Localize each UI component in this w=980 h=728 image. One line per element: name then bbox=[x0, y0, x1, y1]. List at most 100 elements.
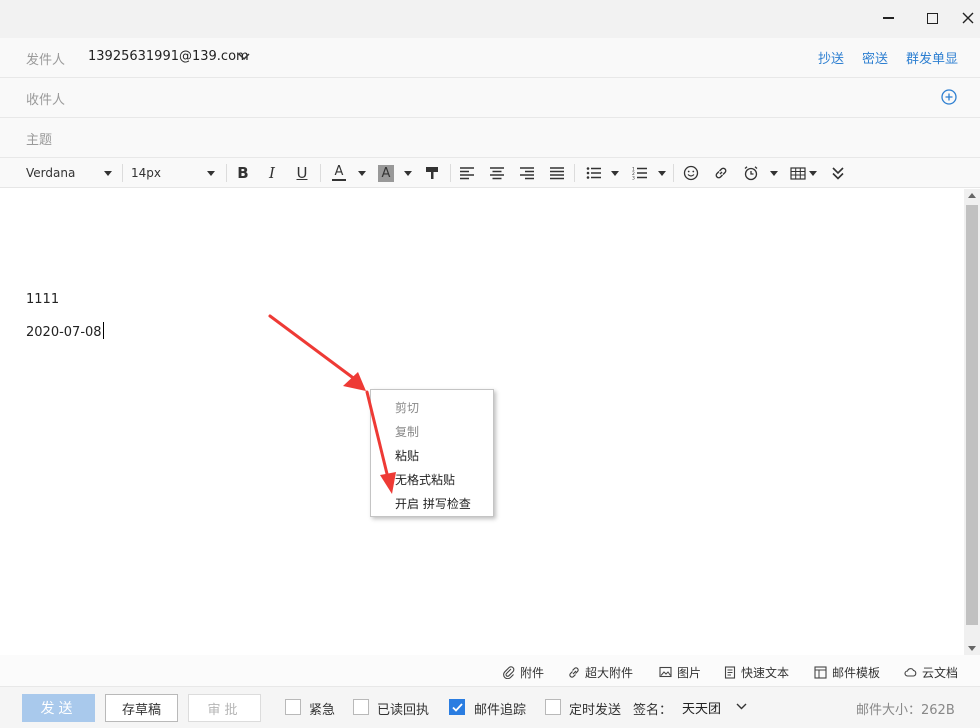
table-icon[interactable] bbox=[789, 162, 807, 184]
subject-row[interactable]: 主题 bbox=[0, 118, 980, 158]
signature-label: 签名： bbox=[633, 703, 673, 718]
chevron-down-icon[interactable] bbox=[237, 51, 251, 63]
separator bbox=[450, 164, 451, 182]
alarm-icon[interactable] bbox=[742, 162, 760, 184]
italic-icon[interactable]: I bbox=[264, 162, 280, 184]
caret-down-icon[interactable] bbox=[658, 171, 666, 176]
caret-down-icon bbox=[104, 171, 112, 176]
menu-item-paste[interactable]: 粘贴 bbox=[395, 447, 419, 464]
more-icon[interactable] bbox=[829, 162, 847, 184]
body-text-line: 1111 bbox=[26, 292, 60, 307]
cc-link[interactable]: 抄送 bbox=[818, 48, 844, 67]
from-address[interactable]: 13925631991@139.com bbox=[88, 49, 249, 64]
background-color-icon[interactable]: A bbox=[377, 162, 395, 184]
template-label: 邮件模板 bbox=[832, 665, 881, 680]
link-icon bbox=[569, 666, 579, 678]
font-family-value: Verdana bbox=[26, 166, 76, 180]
separator bbox=[673, 164, 674, 182]
format-toolbar: Verdana 14px B I U A A 123 bbox=[0, 158, 980, 188]
checkmark-icon bbox=[452, 703, 463, 712]
approve-button[interactable]: 审批 bbox=[188, 694, 261, 722]
from-row: 发件人 13925631991@139.com 抄送 密送 群发单显 bbox=[0, 38, 980, 78]
cloud-icon bbox=[904, 668, 917, 677]
close-icon[interactable] bbox=[951, 4, 980, 32]
scroll-up-icon[interactable] bbox=[968, 193, 976, 198]
menu-item-spellcheck[interactable]: 开启 拼写检查 bbox=[395, 495, 471, 512]
urgent-checkbox[interactable] bbox=[285, 699, 301, 715]
tracking-label[interactable]: 邮件追踪 bbox=[474, 699, 526, 718]
caret-down-icon[interactable] bbox=[809, 171, 817, 176]
image-button[interactable]: 图片 bbox=[659, 663, 701, 681]
bullet-list-icon[interactable] bbox=[585, 162, 603, 184]
template-button[interactable]: 邮件模板 bbox=[814, 663, 880, 681]
quick-text-label: 快速文本 bbox=[741, 665, 790, 680]
cloud-doc-button[interactable]: 云文档 bbox=[904, 663, 958, 681]
subject-label: 主题 bbox=[26, 133, 53, 148]
send-button[interactable]: 发送 bbox=[22, 694, 95, 722]
menu-item-paste-plain[interactable]: 无格式粘贴 bbox=[395, 471, 455, 488]
caret-down-icon[interactable] bbox=[358, 171, 366, 176]
caret-down-icon[interactable] bbox=[611, 171, 619, 176]
caret-down-icon[interactable] bbox=[770, 171, 778, 176]
urgent-label[interactable]: 紧急 bbox=[309, 699, 335, 718]
save-draft-button[interactable]: 存草稿 bbox=[105, 694, 178, 722]
align-left-icon[interactable] bbox=[458, 162, 476, 184]
font-color-icon[interactable]: A bbox=[330, 162, 348, 184]
separator bbox=[574, 164, 575, 182]
scroll-down-icon[interactable] bbox=[968, 646, 976, 651]
text-caret bbox=[102, 322, 104, 339]
bottom-action-bar: 发送 存草稿 审批 紧急 已读回执 邮件追踪 定时发送 签名： 天天团 邮件大小… bbox=[0, 687, 980, 728]
quick-text-button[interactable]: 快速文本 bbox=[724, 663, 789, 681]
font-size-select[interactable]: 14px bbox=[131, 165, 217, 183]
align-right-icon[interactable] bbox=[518, 162, 536, 184]
scheduled-send-checkbox[interactable] bbox=[545, 699, 561, 715]
paperclip-icon bbox=[503, 665, 515, 679]
separator bbox=[226, 164, 227, 182]
caret-down-icon[interactable] bbox=[404, 171, 412, 176]
justify-icon[interactable] bbox=[548, 162, 566, 184]
image-icon bbox=[659, 666, 672, 678]
tracking-checkbox[interactable] bbox=[449, 699, 465, 715]
menu-item-cut[interactable]: 剪切 bbox=[395, 399, 419, 416]
large-attachment-label: 超大附件 bbox=[585, 665, 634, 680]
mail-size-text: 邮件大小：262B bbox=[856, 703, 955, 718]
chevron-down-icon[interactable] bbox=[735, 701, 748, 712]
from-label: 发件人 bbox=[26, 53, 66, 68]
read-receipt-checkbox[interactable] bbox=[353, 699, 369, 715]
add-recipient-icon[interactable] bbox=[940, 88, 958, 106]
attachment-label: 附件 bbox=[520, 665, 545, 680]
large-attachment-button[interactable]: 超大附件 bbox=[568, 663, 633, 681]
read-receipt-label[interactable]: 已读回执 bbox=[377, 699, 429, 718]
format-painter-icon[interactable] bbox=[423, 162, 441, 184]
numbered-list-icon[interactable]: 123 bbox=[631, 162, 649, 184]
underline-icon[interactable]: U bbox=[294, 162, 310, 184]
to-label: 收件人 bbox=[26, 93, 66, 108]
caret-down-icon bbox=[207, 171, 215, 176]
to-row[interactable]: 收件人 bbox=[0, 78, 980, 118]
emoji-icon[interactable] bbox=[682, 162, 700, 184]
separator bbox=[122, 164, 123, 182]
font-family-select[interactable]: Verdana bbox=[26, 165, 114, 183]
menu-item-copy[interactable]: 复制 bbox=[395, 423, 419, 440]
separator bbox=[320, 164, 321, 182]
svg-text:3: 3 bbox=[632, 176, 635, 181]
scroll-thumb[interactable] bbox=[966, 205, 978, 625]
bcc-link[interactable]: 密送 bbox=[862, 48, 888, 67]
minimize-icon[interactable] bbox=[871, 4, 905, 32]
image-label: 图片 bbox=[677, 665, 702, 680]
template-icon bbox=[814, 665, 827, 679]
document-icon bbox=[724, 665, 736, 679]
cloud-doc-label: 云文档 bbox=[922, 665, 959, 680]
maximize-icon[interactable] bbox=[915, 4, 949, 32]
vertical-scrollbar[interactable] bbox=[964, 189, 980, 655]
align-center-icon[interactable] bbox=[488, 162, 506, 184]
single-display-link[interactable]: 群发单显 bbox=[906, 48, 958, 67]
scheduled-send-label[interactable]: 定时发送 bbox=[569, 699, 621, 718]
signature-select[interactable]: 天天团 bbox=[682, 698, 721, 717]
link-icon[interactable] bbox=[712, 162, 730, 184]
title-bar bbox=[0, 0, 980, 38]
attachment-toolbar: 附件 超大附件 图片 快速文本 邮件模板 云文档 bbox=[0, 655, 980, 687]
attachment-button[interactable]: 附件 bbox=[503, 663, 544, 681]
context-menu: 剪切 复制 粘贴 无格式粘贴 开启 拼写检查 bbox=[370, 389, 494, 517]
bold-icon[interactable]: B bbox=[235, 162, 251, 184]
